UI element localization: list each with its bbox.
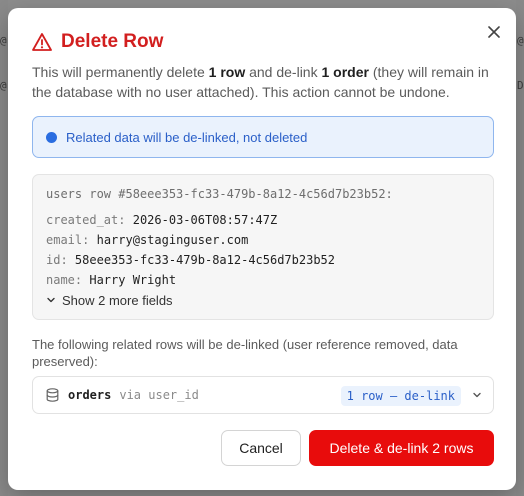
delete-and-de-link-button[interactable]: Delete & de-link 2 rows: [309, 430, 494, 466]
field-key: id:: [46, 253, 68, 267]
field-key: created_at:: [46, 213, 126, 227]
close-icon: [488, 26, 500, 38]
backdrop-text: @: [0, 34, 7, 47]
dialog-description: This will permanently delete 1 row and d…: [32, 62, 500, 102]
related-rows-label: The following related rows will be de-li…: [32, 337, 458, 369]
de-link-badge: 1 row — de-link: [340, 386, 461, 406]
backdrop-text: D: [517, 79, 524, 92]
dialog-header: Delete Row: [32, 31, 163, 53]
field-key: name:: [46, 273, 83, 287]
field-value: 58eee353-fc33-479b-8a12-4c56d7b23b52: [74, 253, 336, 267]
record-preview: users row #58eee353-fc33-479b-8a12-4c56d…: [32, 174, 494, 320]
field-value: Harry Wright: [89, 273, 177, 287]
backdrop-right: @ D: [516, 0, 524, 496]
warning-triangle-icon: [32, 33, 52, 51]
order-count: 1 order: [321, 64, 369, 80]
delete-row-dialog: Delete Row This will permanently delete …: [8, 8, 516, 490]
backdrop-left: @ @: [0, 0, 8, 496]
related-foreign-key: via user_id: [119, 388, 199, 402]
info-dot-icon: [46, 131, 57, 143]
show-more-label: Show 2 more fields: [62, 292, 173, 308]
record-header: users row #58eee353-fc33-479b-8a12-4c56d…: [46, 187, 393, 201]
description-text: This will permanently delete: [32, 64, 209, 80]
field-value: harry@staginguser.com: [96, 233, 249, 247]
backdrop-text: @: [517, 34, 524, 47]
info-banner: Related data will be de-linked, not dele…: [32, 116, 494, 158]
info-banner-text: Related data will be de-linked, not dele…: [66, 129, 308, 145]
field-value: 2026-03-06T08:57:47Z: [132, 213, 278, 227]
close-button[interactable]: [486, 24, 502, 40]
cancel-button[interactable]: Cancel: [221, 430, 301, 466]
record-field: email: harry@staginguser.com: [46, 230, 493, 250]
record-field: name: Harry Wright: [46, 270, 493, 290]
row-count: 1 row: [208, 64, 246, 80]
related-orders-row[interactable]: orders via user_id 1 row — de-link: [32, 376, 494, 414]
description-text: and de-link: [245, 64, 322, 80]
database-icon: [46, 388, 59, 402]
chevron-down-icon: [473, 392, 481, 398]
backdrop-text: @: [0, 79, 7, 92]
dialog-title: Delete Row: [61, 31, 164, 52]
chevron-down-icon: [47, 297, 55, 303]
related-table-name: orders: [68, 388, 112, 402]
field-key: email:: [46, 233, 90, 247]
record-field: id: 58eee353-fc33-479b-8a12-4c56d7b23b52: [46, 250, 493, 270]
record-field: created_at: 2026-03-06T08:57:47Z: [46, 210, 493, 230]
show-more-fields-toggle[interactable]: Show 2 more fields: [46, 290, 493, 310]
